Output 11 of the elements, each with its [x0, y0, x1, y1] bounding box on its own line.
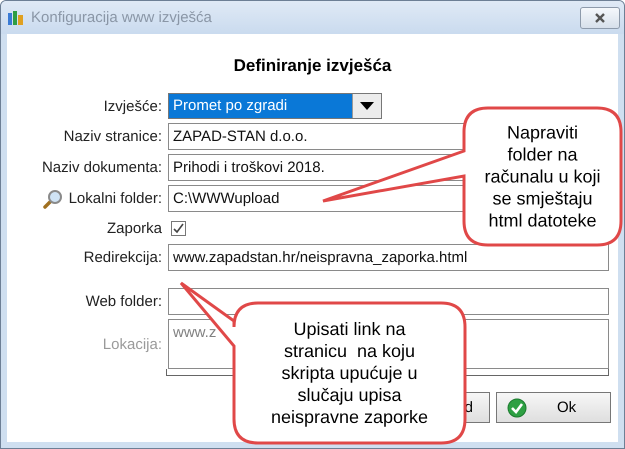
field-label: Izvješće: [104, 98, 162, 114]
field-label: Zaporka [106, 220, 162, 236]
window-title: Konfiguracija www izvješća [31, 9, 213, 26]
field-label: Redirekcija: [84, 249, 162, 266]
field-label: Lokalni folder: [68, 190, 162, 207]
field-label: Lokacija: [102, 336, 162, 352]
callout-tooltip: Napraviti folder na računalu u koji se smještaju html datoteke [322, 106, 622, 246]
field-label: Naziv dokumenta: [42, 159, 162, 176]
field-label: Web folder: [86, 293, 162, 310]
dialog-heading: Definiranje izvješća [232, 56, 392, 77]
field-label: Naziv stranice: [64, 128, 162, 145]
